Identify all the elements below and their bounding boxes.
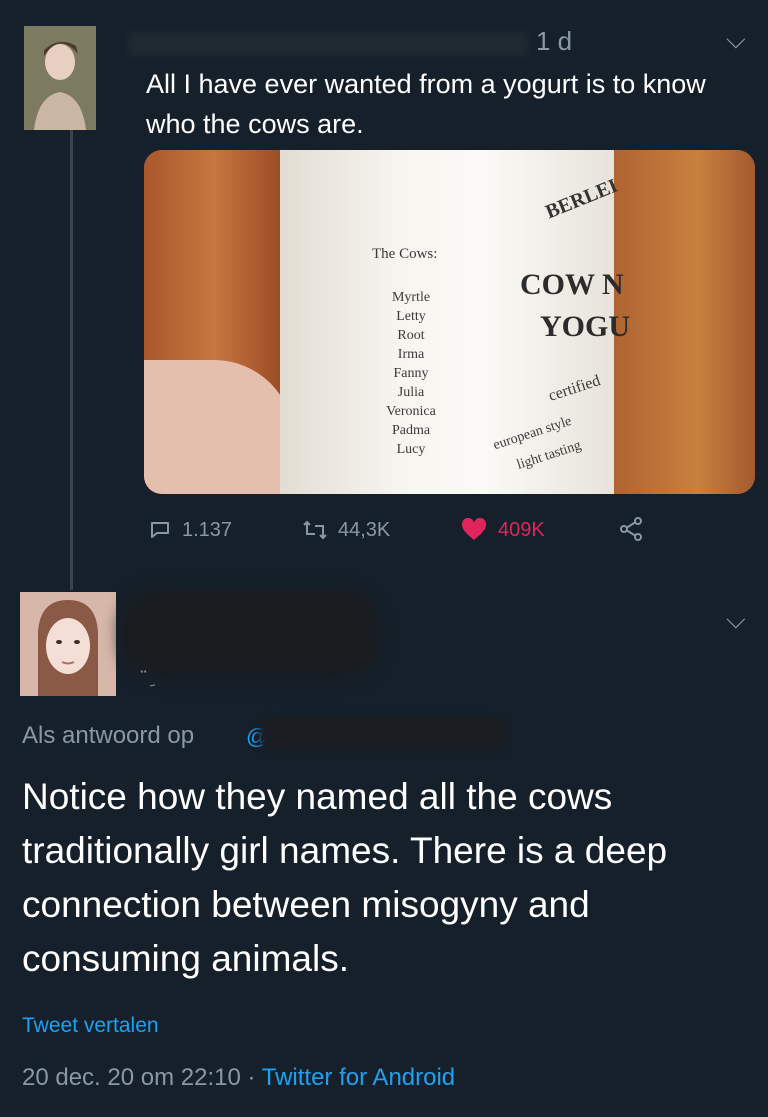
- translate-link[interactable]: Tweet vertalen: [22, 1014, 159, 1038]
- tweet-image[interactable]: The Cows: Myrtle Letty Root Irma Fanny J…: [144, 150, 755, 494]
- avatar[interactable]: [24, 26, 96, 130]
- tweet-time[interactable]: 1 d: [536, 26, 572, 57]
- image-cow-name: Letty: [396, 309, 426, 324]
- image-cow-name: Julia: [397, 385, 425, 400]
- reply-button[interactable]: 1.137: [148, 518, 232, 542]
- tweet-text: Notice how they named all the cows tradi…: [22, 776, 668, 979]
- redacted-username: [128, 32, 528, 56]
- chevron-down-icon[interactable]: ⌵: [726, 24, 746, 56]
- chevron-down-icon[interactable]: ⌵: [726, 604, 746, 636]
- avatar[interactable]: [20, 592, 116, 696]
- thread-line: [70, 128, 73, 590]
- tweet-source[interactable]: Twitter for Android: [262, 1064, 455, 1091]
- like-count: 409K: [498, 518, 545, 541]
- image-cow-name: Lucy: [396, 442, 426, 457]
- retweet-icon: [303, 520, 327, 540]
- tweet-text: All I have ever wanted from a yogurt is …: [146, 69, 706, 139]
- retweet-button[interactable]: 44,3K: [302, 518, 390, 542]
- tweet-meta: 20 dec. 20 om 22:10 · Twitter for Androi…: [22, 1064, 455, 1092]
- tweet-timestamp[interactable]: 20 dec. 20 om 22:10: [22, 1064, 241, 1091]
- image-label-title: The Cows:: [372, 246, 438, 262]
- image-cow-name: Irma: [397, 347, 425, 362]
- image-cow-name: Root: [397, 328, 425, 343]
- image-cow-name: Myrtle: [391, 290, 431, 305]
- image-cow-names: Myrtle Letty Root Irma Fanny Julia Veron…: [376, 288, 446, 459]
- image-cow-name: Veronica: [386, 404, 436, 419]
- speech-bubble-icon: [151, 522, 169, 538]
- image-wood-background: [614, 150, 755, 494]
- image-cow-name: Fanny: [393, 366, 429, 381]
- image-product-line: YOGU: [540, 310, 630, 343]
- image-product-line: COW N: [520, 268, 624, 301]
- meta-separator: ·: [240, 1064, 262, 1091]
- share-icon[interactable]: [618, 516, 644, 549]
- image-cow-name: Padma: [391, 423, 431, 438]
- retweet-count: 44,3K: [338, 518, 391, 541]
- reply-to-label: Als antwoord op: [22, 722, 195, 749]
- redacted-handle: [258, 716, 508, 752]
- redacted-username: [120, 588, 380, 680]
- heart-icon: [461, 518, 487, 540]
- like-button[interactable]: 409K: [460, 518, 545, 542]
- reply-count: 1.137: [182, 518, 233, 541]
